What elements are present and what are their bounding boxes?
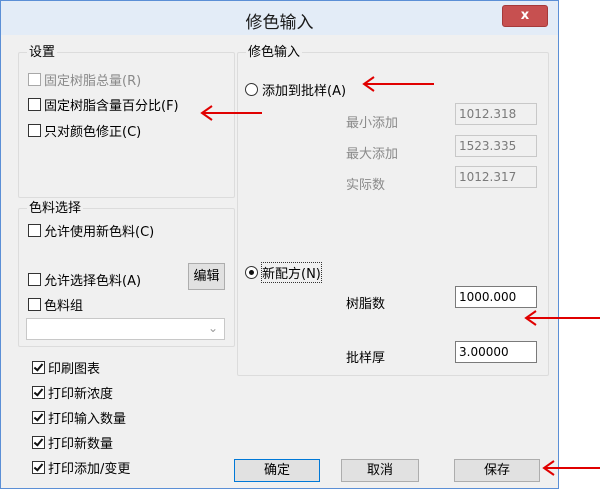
- color-correction-dialog: 修色输入 x 设置 固定树脂总量(R) 固定树脂含量百分比(F) 只对颜色修正(…: [0, 0, 559, 489]
- fixed-resin-total-label: 固定树脂总量(R): [44, 74, 142, 89]
- edit-button[interactable]: 编辑: [188, 263, 225, 290]
- allow-new-colorant-checkbox[interactable]: 允许使用新色料(C): [28, 221, 154, 240]
- print-chart-checkbox[interactable]: 印刷图表: [32, 358, 100, 377]
- new-formula-radio[interactable]: 新配方(N): [245, 262, 322, 283]
- max-add-label: 最大添加: [346, 147, 399, 162]
- radio-circle: [245, 266, 258, 279]
- print-input-quantity-label: 打印输入数量: [48, 412, 127, 427]
- color-only-correction-label: 只对颜色修正(C): [44, 125, 142, 140]
- allow-new-colorant-label: 允许使用新色料(C): [44, 225, 155, 240]
- actual-label: 实际数: [346, 178, 386, 193]
- checkbox-box: [32, 386, 45, 399]
- checkbox-box: [32, 461, 45, 474]
- resin-amount-label: 树脂数: [346, 297, 386, 312]
- colorant-group-checkbox[interactable]: 色料组: [28, 295, 83, 314]
- actual-field[interactable]: 1012.317: [455, 166, 537, 188]
- annotation-arrow-add-to-batch: [362, 76, 434, 92]
- print-add-change-label: 打印添加/变更: [48, 462, 131, 477]
- annotation-arrow-fixed-resin-percent: [200, 105, 262, 121]
- checkbox-box: [28, 124, 41, 137]
- print-new-quantity-label: 打印新数量: [48, 437, 114, 452]
- checkbox-box: [28, 73, 41, 86]
- min-add-label: 最小添加: [346, 116, 399, 131]
- chevron-down-icon: ⌄: [207, 321, 218, 335]
- fixed-resin-percent-label: 固定树脂含量百分比(F): [44, 99, 179, 114]
- print-chart-label: 印刷图表: [48, 362, 101, 377]
- colorant-group-label: 色料组: [44, 299, 84, 314]
- checkbox-box: [28, 224, 41, 237]
- print-input-quantity-checkbox[interactable]: 打印输入数量: [32, 408, 126, 427]
- batch-thickness-field[interactable]: 3.00000: [455, 341, 537, 363]
- max-add-field[interactable]: 1523.335: [455, 135, 537, 157]
- save-button[interactable]: 保存: [454, 459, 540, 482]
- correction-legend: 修色输入: [248, 45, 301, 60]
- add-to-batch-label: 添加到批样(A): [262, 84, 347, 99]
- fixed-resin-percent-checkbox[interactable]: 固定树脂含量百分比(F): [28, 95, 179, 114]
- checkbox-box: [28, 98, 41, 111]
- checkbox-box: [32, 436, 45, 449]
- allow-select-colorant-label: 允许选择色料(A): [44, 274, 142, 289]
- min-add-field[interactable]: 1012.318: [455, 103, 537, 125]
- title-bar[interactable]: 修色输入 x: [1, 1, 558, 35]
- print-new-strength-checkbox[interactable]: 打印新浓度: [32, 383, 113, 402]
- resin-amount-field[interactable]: 1000.000: [455, 286, 537, 308]
- print-add-change-checkbox[interactable]: 打印添加/变更: [32, 458, 130, 477]
- radio-circle: [245, 83, 258, 96]
- checkbox-box: [32, 411, 45, 424]
- batch-thickness-label: 批样厚: [346, 351, 386, 366]
- print-new-strength-label: 打印新浓度: [48, 387, 114, 402]
- checkbox-box: [32, 361, 45, 374]
- color-only-correction-checkbox[interactable]: 只对颜色修正(C): [28, 121, 141, 140]
- allow-select-colorant-checkbox[interactable]: 允许选择色料(A): [28, 270, 141, 289]
- window-title: 修色输入: [245, 13, 314, 33]
- new-formula-label: 新配方(N): [261, 262, 322, 283]
- settings-legend: 设置: [29, 45, 56, 60]
- fixed-resin-total-checkbox[interactable]: 固定树脂总量(R): [28, 70, 141, 89]
- print-new-quantity-checkbox[interactable]: 打印新数量: [32, 433, 113, 452]
- annotation-arrow-save: [542, 460, 600, 476]
- close-button[interactable]: x: [502, 5, 548, 27]
- checkbox-box: [28, 298, 41, 311]
- colorant-legend: 色料选择: [29, 201, 82, 216]
- colorant-group-combobox[interactable]: ⌄: [26, 318, 225, 340]
- annotation-arrow-resin-amount: [524, 310, 600, 326]
- cancel-button[interactable]: 取消: [341, 459, 419, 482]
- ok-button[interactable]: 确定: [234, 459, 320, 482]
- checkbox-box: [28, 273, 41, 286]
- add-to-batch-radio[interactable]: 添加到批样(A): [245, 80, 346, 99]
